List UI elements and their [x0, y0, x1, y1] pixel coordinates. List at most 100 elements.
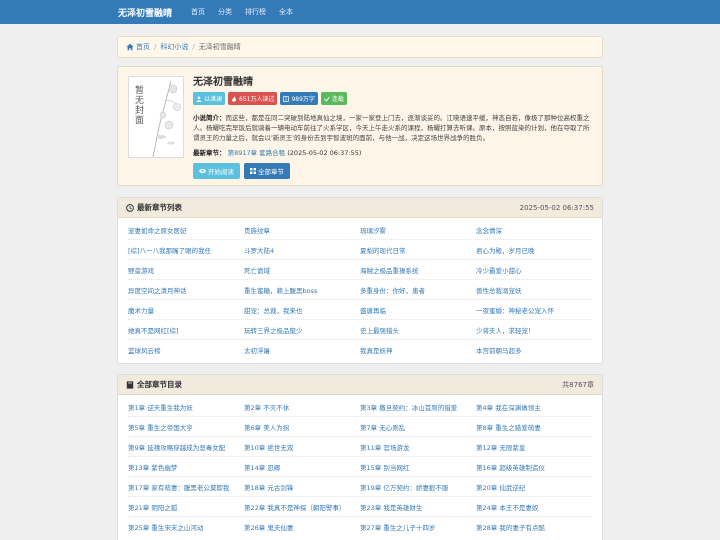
- latest-book-link[interactable]: 少将夫人，求轻宠！: [476, 325, 592, 335]
- list-row: 第9章 延禧攻略穿越成为恶毒女配 第10章 绝世无双 第11章 官场游龙 第12章 无…: [128, 437, 592, 457]
- site-brand[interactable]: 无泽初雪融晴: [118, 6, 172, 19]
- chapter-link[interactable]: 第8章 重生之猎爱萌妻: [476, 422, 592, 432]
- list-row: 野蛮游戏 死亡诡域 海贼之极品重操系统 冷少霸爱小甜心: [128, 260, 592, 280]
- latest-book-link[interactable]: 君心为殿，岁月已晚: [476, 245, 592, 255]
- list-row: 她真不是网红[综] 玩转三界之极品废少 史上最强猎头 少将夫人，求轻宠！: [128, 320, 592, 340]
- latest-book-link[interactable]: 琉璃汐雾: [360, 225, 476, 235]
- clock-icon: [126, 203, 134, 212]
- list-row: 宠妻如命之原女医妃 贵族纹章 琉璃汐雾 念念情深: [128, 220, 592, 240]
- latest-chapters-panel: 最新章节列表 2025-05-02 06:37:55 宠妻如命之原女医妃 贵族纹章…: [117, 197, 603, 364]
- latest-book-link[interactable]: 贵族纹章: [244, 225, 360, 235]
- chapter-link[interactable]: 第21章 阴阳之狐: [128, 502, 244, 512]
- wordcount-tag: 989万字: [280, 92, 318, 105]
- latest-book-link[interactable]: 兽性总裁溺宠妖: [476, 285, 592, 295]
- latest-book-link[interactable]: 我真是妖神: [360, 345, 476, 355]
- list-row: 第21章 阴阳之狐 第22章 我真不是神探（朝阳警事） 第23章 我是英雄财生 第24…: [128, 497, 592, 517]
- list-row: 魔术力量 甜宠：总裁，我来也 盛唐再临 一夜蜜婚：神秘老公宠入怀: [128, 300, 592, 320]
- chapter-link[interactable]: 第13章 紫色幽梦: [128, 462, 244, 472]
- book-info-card: 暂无封面 无泽初雪融晴 以渚澜 651万人读过 989万字 连载 小说简介：而这…: [117, 66, 603, 186]
- latest-book-link[interactable]: 宠妻如命之原女医妃: [128, 225, 244, 235]
- all-chapters-list: 第1章 逆天重生我为妖 第2章 不灭不休 第3章 撒旦契约：冰山首席的猎爱 第4章 我…: [118, 395, 602, 537]
- chapter-link[interactable]: 第12章 无限紫皇: [476, 442, 592, 452]
- list-row: 篮球风云榜 太初浮屠 我真是妖神 本宫前朝马超多: [128, 340, 592, 360]
- latest-book-link[interactable]: 篮球风云榜: [128, 345, 244, 355]
- author-name: 以渚澜: [204, 96, 223, 103]
- chapter-link[interactable]: 第27章 重生之儿子十四岁: [360, 522, 476, 532]
- book-icon: [283, 95, 290, 102]
- latest-book-link[interactable]: 野蛮游戏: [128, 265, 244, 275]
- latest-panel-title: 最新章节列表: [137, 203, 182, 212]
- status-tag: 连载: [320, 92, 347, 105]
- latest-book-link[interactable]: 魔术力量: [128, 305, 244, 315]
- latest-book-link[interactable]: 多重身份：你好，患者: [360, 285, 476, 295]
- chapter-link[interactable]: 第9章 延禧攻略穿越成为恶毒女配: [128, 442, 244, 452]
- chapter-link[interactable]: 第6章 美人为拐: [244, 422, 360, 432]
- chapter-link[interactable]: 第18章 元古剑锋: [244, 482, 360, 492]
- latest-book-link[interactable]: 太初浮屠: [244, 345, 360, 355]
- intro-text: 而这些，都是在同二突破到陆地真仙之境，一家一家登上门去，逐渐谈妥的。江晓语速平缓…: [193, 114, 590, 142]
- latest-book-link[interactable]: 玩转三界之极品废少: [244, 325, 360, 335]
- chapter-link[interactable]: 第1章 逆天重生我为妖: [128, 402, 244, 412]
- chapter-link[interactable]: 第4章 我在深渊做领主: [476, 402, 592, 412]
- latest-book-link[interactable]: 夏梨的现代日常: [360, 245, 476, 255]
- latest-book-link[interactable]: 死亡诡域: [244, 265, 360, 275]
- user-icon: [196, 95, 202, 102]
- chapter-link[interactable]: 第15章 别当网红: [360, 462, 476, 472]
- latest-book-link[interactable]: 盛唐再临: [360, 305, 476, 315]
- readers-count: 651万人读过: [239, 96, 275, 103]
- latest-book-link[interactable]: 史上最强猎头: [360, 325, 476, 335]
- nav-ranking[interactable]: 排行榜: [245, 7, 266, 17]
- top-navbar: 无泽初雪融晴 首页 分类 排行榜 全本: [0, 0, 720, 24]
- chapter-link[interactable]: 第17章 家有萌妻：腹黑老公莫欺我: [128, 482, 244, 492]
- chapter-link[interactable]: 第11章 官场游龙: [360, 442, 476, 452]
- chapter-link[interactable]: 第22章 我真不是神探（朝阳警事）: [244, 502, 360, 512]
- latest-book-link[interactable]: 她真不是网红[综]: [128, 325, 244, 335]
- word-count: 989万字: [291, 96, 315, 103]
- chapter-link[interactable]: 第24章 本王不是妻奴: [476, 502, 592, 512]
- start-reading-button[interactable]: 开始阅读: [193, 163, 240, 179]
- author-tag[interactable]: 以渚澜: [193, 92, 226, 105]
- nav-home[interactable]: 首页: [191, 7, 205, 17]
- chapter-link[interactable]: 第2章 不灭不休: [244, 402, 360, 412]
- latest-chapters-list: 宠妻如命之原女医妃 贵族纹章 琉璃汐雾 念念情深 [综]八一八我那嘴了眼的我任 斗罗大陆4…: [118, 218, 602, 360]
- all-chapters-label: 全部章节: [258, 168, 284, 176]
- breadcrumb-category[interactable]: 科幻小说: [160, 42, 188, 52]
- list-row: 第1章 逆天重生我为妖 第2章 不灭不休 第3章 撒旦契约：冰山首席的猎爱 第4章 我…: [128, 397, 592, 417]
- chapter-link[interactable]: 第25章 重生宋末之山河动: [128, 522, 244, 532]
- latest-book-link[interactable]: [综]八一八我那嘴了眼的我任: [128, 245, 244, 255]
- book-cover[interactable]: 暂无封面: [128, 76, 184, 158]
- chapter-link[interactable]: 第10章 绝世无双: [244, 442, 360, 452]
- latest-chapter-link[interactable]: 第8917章 套路合租: [228, 149, 286, 157]
- nav-category[interactable]: 分类: [218, 7, 232, 17]
- start-reading-label: 开始阅读: [208, 168, 234, 176]
- latest-book-link[interactable]: 异度空间之清月神话: [128, 285, 244, 295]
- chapter-link[interactable]: 第3章 撒旦契约：冰山首席的猎爱: [360, 402, 476, 412]
- latest-book-link[interactable]: 念念情深: [476, 225, 592, 235]
- all-panel-header: 全部章节目录 共8767章: [118, 375, 602, 395]
- list-row: 第25章 重生宋末之山河动 第26章 鬼夫仙妻 第27章 重生之儿子十四岁 第28章 …: [128, 517, 592, 537]
- chapter-link[interactable]: 第23章 我是英雄财生: [360, 502, 476, 512]
- chapter-link[interactable]: 第20章 仙武逆纪: [476, 482, 592, 492]
- chapter-link[interactable]: 第5章 重生之帝国大亨: [128, 422, 244, 432]
- nav-complete[interactable]: 全本: [279, 7, 293, 17]
- latest-book-link[interactable]: 海贼之极品重操系统: [360, 265, 476, 275]
- chapter-link[interactable]: 第28章 我的妻子有点酷: [476, 522, 592, 532]
- latest-book-link[interactable]: 本宫前朝马超多: [476, 345, 592, 355]
- chapter-link[interactable]: 第26章 鬼夫仙妻: [244, 522, 360, 532]
- chapter-link[interactable]: 第19章 亿万契约：娇妻狠不服: [360, 482, 476, 492]
- home-icon: [126, 43, 134, 51]
- latest-book-link[interactable]: 斗罗大陆4: [244, 245, 360, 255]
- list-row: 第5章 重生之帝国大亨 第6章 美人为拐 第7章 无心则乱 第8章 重生之猎爱萌妻: [128, 417, 592, 437]
- chapter-link[interactable]: 第14章 忍卿: [244, 462, 360, 472]
- chapter-link[interactable]: 第7章 无心则乱: [360, 422, 476, 432]
- all-chapters-button[interactable]: 全部章节: [244, 163, 290, 179]
- flower-illustration: [152, 80, 181, 157]
- latest-book-link[interactable]: 重生蜜糖，赖上腹黑boss: [244, 285, 360, 295]
- latest-book-link[interactable]: 冷少霸爱小甜心: [476, 265, 592, 275]
- latest-book-link[interactable]: 甜宠：总裁，我来也: [244, 305, 360, 315]
- chapter-link[interactable]: 第16章 超级英雄制造仪: [476, 462, 592, 472]
- breadcrumb-home[interactable]: 首页: [136, 42, 150, 52]
- fire-icon: [232, 95, 236, 102]
- latest-time: (2025-05-02 06:37:55): [287, 149, 362, 157]
- latest-book-link[interactable]: 一夜蜜婚：神秘老公宠入怀: [476, 305, 592, 315]
